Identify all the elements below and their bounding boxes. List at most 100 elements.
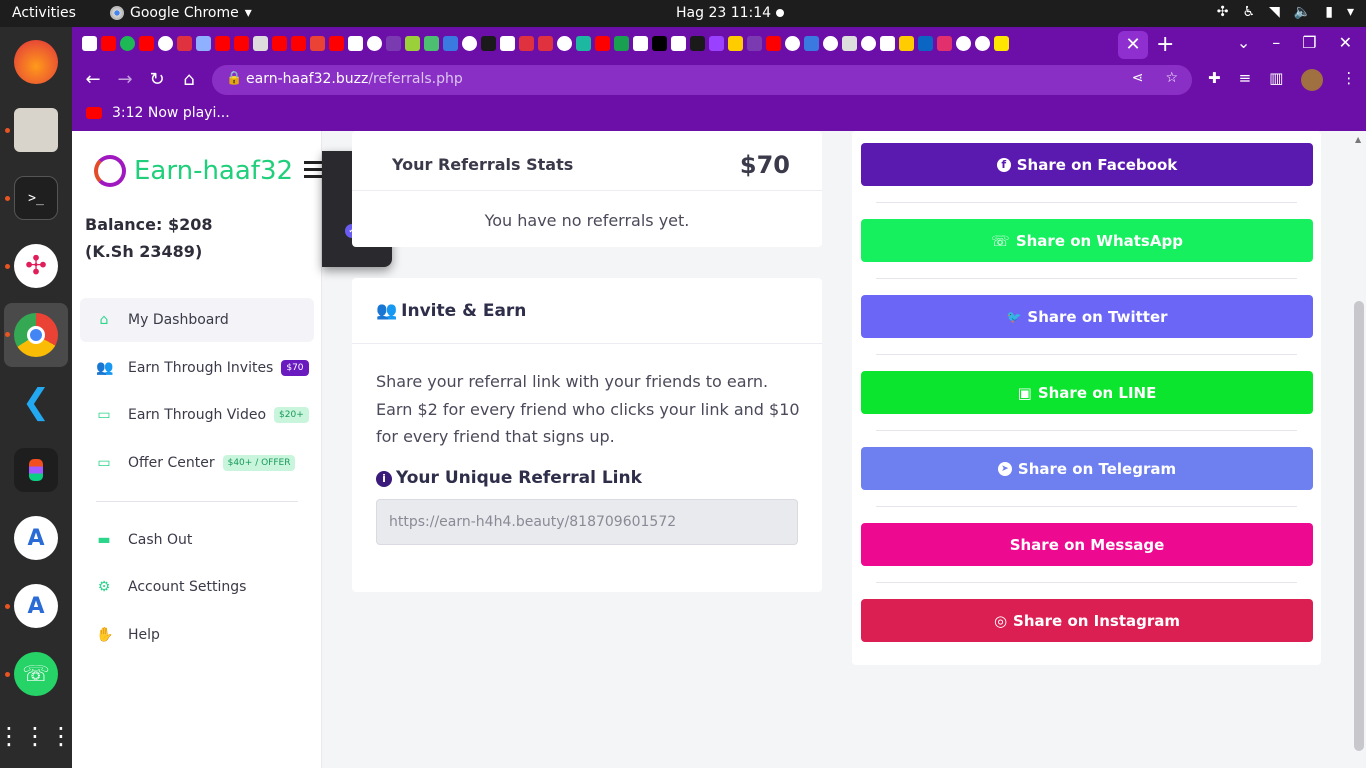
- sidebar-item-label: Cash Out: [128, 531, 193, 548]
- back-icon[interactable]: ←: [82, 69, 104, 90]
- cogs-icon: ⚙: [97, 579, 111, 595]
- maximize-icon[interactable]: ❐: [1302, 33, 1316, 52]
- app-menu[interactable]: Google Chrome ▾: [110, 5, 252, 21]
- side-panel-icon[interactable]: ▥: [1269, 69, 1283, 91]
- balance-usd: Balance: $208: [85, 215, 213, 234]
- chrome-icon: [110, 6, 124, 20]
- share-facebook-button[interactable]: f Share on Facebook: [861, 143, 1313, 186]
- system-tray[interactable]: ✣ ♿ ◥ 🔈 ▮ ▾: [1217, 4, 1354, 20]
- sidebar-item-settings[interactable]: ⚙ Account Settings: [80, 565, 314, 609]
- active-tab-close-button[interactable]: ✕: [1118, 31, 1148, 59]
- offer-badge: $40+ / OFFER: [222, 454, 296, 471]
- share-line-button[interactable]: ▣ Share on LINE: [861, 371, 1313, 414]
- share-instagram-button[interactable]: ◎ Share on Instagram: [861, 599, 1313, 642]
- files-icon[interactable]: [14, 108, 58, 152]
- sidebar-item-offers[interactable]: ▭ Offer Center $40+ / OFFER: [80, 441, 314, 485]
- brand-name: Earn-haaf32: [134, 156, 294, 186]
- line-icon: ▣: [1017, 383, 1032, 402]
- sidebar-item-cashout[interactable]: ▬ Cash Out: [80, 518, 314, 562]
- reload-icon[interactable]: ↻: [146, 69, 168, 90]
- address-bar[interactable]: 🔒 earn-haaf32.buzz/referrals.php ⋖ ☆: [212, 65, 1192, 95]
- media-control-icon[interactable]: ≡: [1239, 69, 1252, 91]
- battery-icon[interactable]: ▮: [1325, 4, 1333, 20]
- extensions-icon[interactable]: ✚: [1208, 69, 1221, 91]
- brand[interactable]: Earn-haaf32: [94, 155, 293, 187]
- firefox-icon[interactable]: [14, 40, 58, 84]
- divider: [876, 506, 1297, 507]
- menu-kebab-icon[interactable]: ⋮: [1341, 69, 1356, 91]
- handshake-icon: ✋: [96, 626, 114, 643]
- notification-dot: [776, 9, 784, 17]
- bookmark-star-icon[interactable]: ☆: [1165, 70, 1178, 86]
- share-telegram-button[interactable]: ➤ Share on Telegram: [861, 447, 1313, 490]
- scroll-up-icon[interactable]: ▲: [1355, 135, 1361, 144]
- video-badge: $20+: [274, 407, 309, 423]
- chevron-down-icon[interactable]: ▾: [1347, 4, 1354, 20]
- info-icon: i: [376, 471, 392, 487]
- close-window-icon[interactable]: ✕: [1339, 33, 1352, 52]
- scrollbar-thumb[interactable]: [1354, 301, 1364, 751]
- running-indicator: [5, 672, 10, 677]
- sidebar-item-help[interactable]: ✋ Help: [80, 613, 314, 657]
- sidebar-item-dashboard[interactable]: ⌂ My Dashboard: [80, 298, 314, 342]
- referral-link-field[interactable]: [376, 499, 798, 545]
- sidebar-item-label: Earn Through Invites: [128, 359, 274, 376]
- vscode-icon[interactable]: ❮: [14, 380, 58, 424]
- window-controls: ⌄ – ❐ ✕: [1237, 33, 1352, 52]
- android-studio-icon[interactable]: A: [14, 584, 58, 628]
- lock-icon[interactable]: 🔒: [226, 71, 242, 86]
- activities-button[interactable]: Activities: [12, 5, 76, 21]
- telegram-icon: ➤: [997, 461, 1012, 476]
- invite-description: Share your referral link with your frien…: [376, 372, 800, 446]
- sidebar: Earn-haaf32 Balance: $208 (K.Sh 23489) ⌂…: [72, 131, 322, 768]
- accessibility-icon[interactable]: ♿: [1242, 4, 1255, 20]
- android-studio-icon[interactable]: A: [14, 516, 58, 560]
- users-icon: 👥: [376, 301, 398, 321]
- slack-icon[interactable]: ✣: [14, 244, 58, 288]
- divider: [876, 202, 1297, 203]
- app-grid-icon[interactable]: ⋮⋮⋮: [0, 714, 73, 758]
- share-twitter-button[interactable]: 🐦 Share on Twitter: [861, 295, 1313, 338]
- clock[interactable]: Hag 23 11:14: [676, 5, 771, 21]
- url-text[interactable]: earn-haaf32.buzz/referrals.php: [246, 71, 463, 87]
- volume-icon[interactable]: 🔈: [1294, 4, 1311, 20]
- balance-ksh: (K.Sh 23489): [85, 242, 203, 261]
- divider: [352, 343, 822, 344]
- hamburger-menu-icon[interactable]: [304, 161, 322, 182]
- running-indicator: [5, 604, 10, 609]
- chrome-dock-active[interactable]: [4, 303, 68, 367]
- divider: [876, 430, 1297, 431]
- sidebar-item-invites[interactable]: 👥 Earn Through Invites $70: [80, 346, 314, 390]
- profile-avatar[interactable]: [1301, 69, 1324, 91]
- divider: [876, 354, 1297, 355]
- tab-search-icon[interactable]: ⌄: [1237, 33, 1250, 52]
- page-scrollbar[interactable]: ▲: [1352, 131, 1366, 768]
- sidebar-item-video[interactable]: ▭ Earn Through Video $20+: [80, 393, 314, 437]
- slack-tray-icon[interactable]: ✣: [1217, 4, 1229, 20]
- chevron-down-icon: ▾: [244, 5, 252, 21]
- money-icon: ▭: [97, 454, 111, 471]
- share-whatsapp-button[interactable]: ☏ Share on WhatsApp: [861, 219, 1313, 262]
- forward-icon[interactable]: →: [114, 69, 136, 90]
- pinned-tabs[interactable]: [82, 36, 1009, 51]
- figma-icon[interactable]: [14, 448, 58, 492]
- dock: >_ ✣ ❮ A A ☏ ⋮⋮⋮: [0, 27, 73, 768]
- new-tab-button[interactable]: +: [1156, 31, 1174, 59]
- running-indicator: [5, 332, 10, 337]
- menu-divider: [96, 500, 298, 502]
- divider: [876, 582, 1297, 583]
- minimize-icon[interactable]: –: [1272, 33, 1280, 52]
- home-icon[interactable]: ⌂: [178, 69, 200, 90]
- wifi-icon[interactable]: ◥: [1269, 4, 1280, 20]
- system-top-bar: Activities Google Chrome ▾ Hag 23 11:14 …: [0, 0, 1366, 27]
- bookmark-bar: 3:12 Now playi...: [72, 97, 1366, 131]
- whatsapp-icon[interactable]: ☏: [14, 652, 58, 696]
- terminal-icon[interactable]: >_: [14, 176, 58, 220]
- share-icon[interactable]: ⋖: [1132, 70, 1144, 86]
- balance: Balance: $208 (K.Sh 23489): [85, 211, 213, 265]
- wallet-icon: ▬: [97, 531, 111, 548]
- app-menu-label: Google Chrome: [130, 5, 239, 21]
- sidebar-item-label: Earn Through Video: [128, 407, 267, 423]
- share-message-button[interactable]: Share on Message: [861, 523, 1313, 566]
- bookmark-item[interactable]: 3:12 Now playi...: [112, 105, 230, 121]
